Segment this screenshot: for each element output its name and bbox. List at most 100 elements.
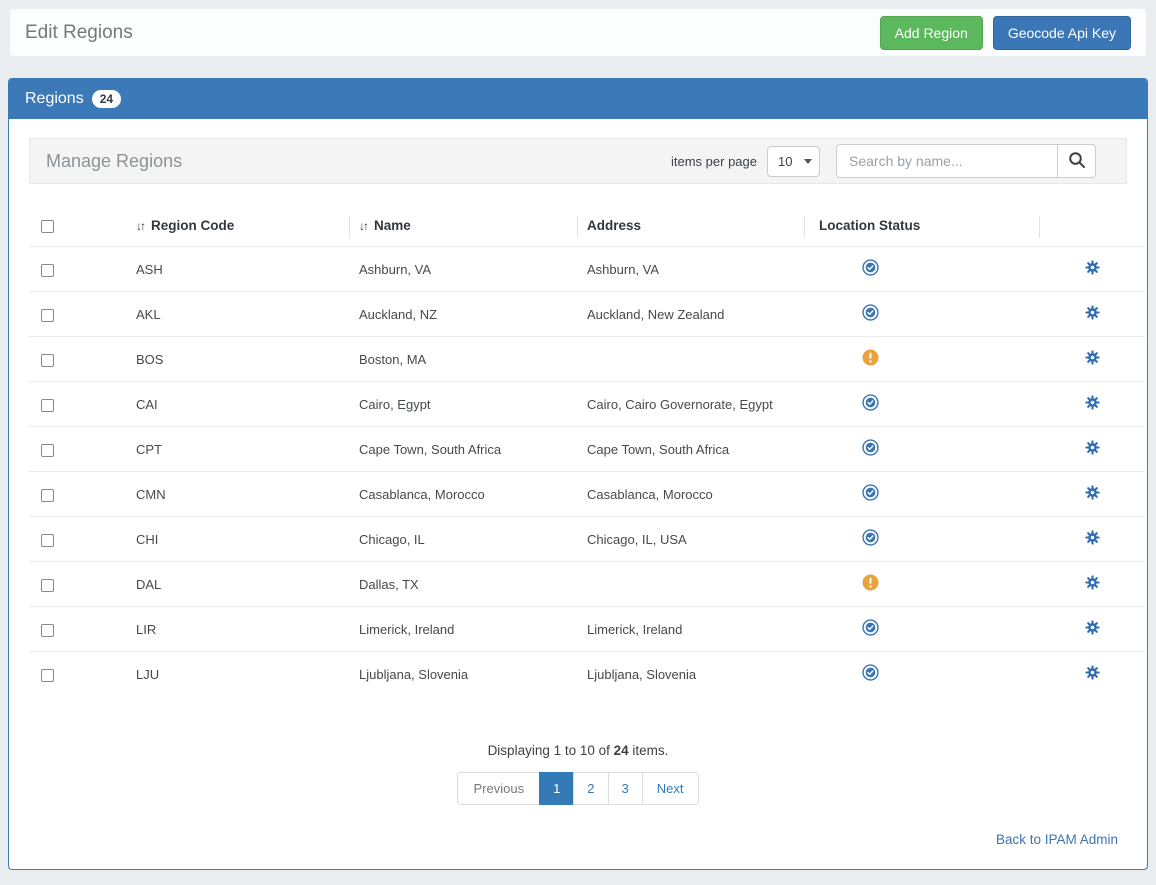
row-checkbox[interactable] <box>41 489 54 502</box>
region-address-cell: Casablanca, Morocco <box>577 472 804 517</box>
gear-icon[interactable] <box>1085 530 1100 545</box>
pagination-page-2[interactable]: 2 <box>573 772 608 805</box>
gear-icon[interactable] <box>1085 440 1100 455</box>
region-address-cell: Auckland, New Zealand <box>577 292 804 337</box>
region-name-cell: Chicago, IL <box>349 517 577 562</box>
total-items: 24 <box>614 743 629 758</box>
gear-icon[interactable] <box>1085 485 1100 500</box>
row-checkbox[interactable] <box>41 669 54 682</box>
location-status-cell <box>804 472 1039 517</box>
regions-panel: Regions 24 Manage Regions items per page… <box>8 78 1148 870</box>
select-all-checkbox[interactable] <box>41 220 54 233</box>
location-status-cell <box>804 427 1039 472</box>
status-geocoded-icon <box>862 619 879 636</box>
header-buttons: Add Region Geocode Api Key <box>880 16 1131 50</box>
search-group <box>836 144 1096 178</box>
region-name-cell: Dallas, TX <box>349 562 577 607</box>
table-row: AKL Auckland, NZ Auckland, New Zealand <box>29 292 1145 337</box>
status-geocoded-icon <box>862 304 879 321</box>
location-status-cell <box>804 382 1039 427</box>
row-checkbox[interactable] <box>41 579 54 592</box>
table-row: CHI Chicago, IL Chicago, IL, USA <box>29 517 1145 562</box>
region-name-cell: Ljubljana, Slovenia <box>349 652 577 697</box>
region-count-badge: 24 <box>92 90 121 108</box>
page-title: Edit Regions <box>25 22 133 44</box>
region-name-cell: Cape Town, South Africa <box>349 427 577 472</box>
region-code-cell: LJU <box>126 652 349 697</box>
status-geocoded-icon <box>862 439 879 456</box>
gear-icon[interactable] <box>1085 260 1100 275</box>
table-row: LIR Limerick, Ireland Limerick, Ireland <box>29 607 1145 652</box>
table-row: LJU Ljubljana, Slovenia Ljubljana, Slove… <box>29 652 1145 697</box>
gear-icon[interactable] <box>1085 620 1100 635</box>
items-per-page-label: items per page <box>671 154 757 169</box>
status-geocoded-icon <box>862 664 879 681</box>
pagination-page-3[interactable]: 3 <box>608 772 643 805</box>
region-code-cell: CMN <box>126 472 349 517</box>
table-row: CPT Cape Town, South Africa Cape Town, S… <box>29 427 1145 472</box>
status-warning-icon <box>862 574 879 591</box>
search-button[interactable] <box>1057 144 1096 178</box>
search-icon <box>1068 151 1086 172</box>
gear-icon[interactable] <box>1085 665 1100 680</box>
gear-icon[interactable] <box>1085 395 1100 410</box>
manage-regions-toolbar: Manage Regions items per page 10 <box>29 138 1127 184</box>
location-status-cell <box>804 607 1039 652</box>
location-status-cell <box>804 562 1039 607</box>
row-checkbox[interactable] <box>41 444 54 457</box>
region-code-cell: BOS <box>126 337 349 382</box>
pagination-previous[interactable]: Previous <box>457 772 540 805</box>
panel-heading: Regions 24 <box>9 79 1147 119</box>
panel-title: Regions <box>25 90 84 108</box>
row-checkbox[interactable] <box>41 309 54 322</box>
region-code-cell: ASH <box>126 247 349 292</box>
row-checkbox[interactable] <box>41 264 54 277</box>
region-name-cell: Ashburn, VA <box>349 247 577 292</box>
panel-body: Manage Regions items per page 10 <box>9 119 1147 847</box>
add-region-button[interactable]: Add Region <box>880 16 983 50</box>
search-input[interactable] <box>836 144 1058 178</box>
gear-icon[interactable] <box>1085 305 1100 320</box>
pagination-page-1[interactable]: 1 <box>539 772 574 805</box>
location-status-cell <box>804 517 1039 562</box>
gear-icon[interactable] <box>1085 575 1100 590</box>
table-row: CMN Casablanca, Morocco Casablanca, Moro… <box>29 472 1145 517</box>
column-header-address: Address <box>577 206 804 247</box>
gear-icon[interactable] <box>1085 350 1100 365</box>
toolbar-heading: Manage Regions <box>46 151 182 172</box>
region-code-cell: LIR <box>126 607 349 652</box>
column-header-name[interactable]: ↓↑Name <box>349 206 577 247</box>
row-checkbox[interactable] <box>41 624 54 637</box>
items-per-page-select[interactable]: 10 <box>767 146 820 177</box>
table-row: CAI Cairo, Egypt Cairo, Cairo Governorat… <box>29 382 1145 427</box>
region-code-cell: AKL <box>126 292 349 337</box>
page-header: Edit Regions Add Region Geocode Api Key <box>9 8 1147 57</box>
region-code-cell: CAI <box>126 382 349 427</box>
status-geocoded-icon <box>862 259 879 276</box>
column-header-location-status: Location Status <box>804 206 1039 247</box>
column-header-region-code[interactable]: ↓↑Region Code <box>126 206 349 247</box>
location-status-cell <box>804 337 1039 382</box>
row-checkbox[interactable] <box>41 354 54 367</box>
back-to-ipam-admin-link[interactable]: Back to IPAM Admin <box>996 832 1118 847</box>
pagination-next[interactable]: Next <box>642 772 699 805</box>
pagination: Previous 123 Next <box>29 772 1127 805</box>
row-checkbox[interactable] <box>41 534 54 547</box>
status-geocoded-icon <box>862 394 879 411</box>
region-name-cell: Cairo, Egypt <box>349 382 577 427</box>
status-warning-icon <box>862 349 879 366</box>
region-code-cell: DAL <box>126 562 349 607</box>
display-summary: Displaying 1 to 10 of 24 items. <box>29 743 1127 758</box>
regions-table: ↓↑Region Code ↓↑Name Address Location St… <box>29 206 1145 696</box>
back-link-row: Back to IPAM Admin <box>29 831 1127 847</box>
sort-icon: ↓↑ <box>359 219 367 233</box>
table-body: ASH Ashburn, VA Ashburn, VA <box>29 247 1145 697</box>
region-address-cell: Ashburn, VA <box>577 247 804 292</box>
region-address-cell: Cape Town, South Africa <box>577 427 804 472</box>
geocode-api-key-button[interactable]: Geocode Api Key <box>993 16 1131 50</box>
region-name-cell: Casablanca, Morocco <box>349 472 577 517</box>
region-code-cell: CPT <box>126 427 349 472</box>
sort-icon: ↓↑ <box>136 219 144 233</box>
row-checkbox[interactable] <box>41 399 54 412</box>
table-header-row: ↓↑Region Code ↓↑Name Address Location St… <box>29 206 1145 247</box>
